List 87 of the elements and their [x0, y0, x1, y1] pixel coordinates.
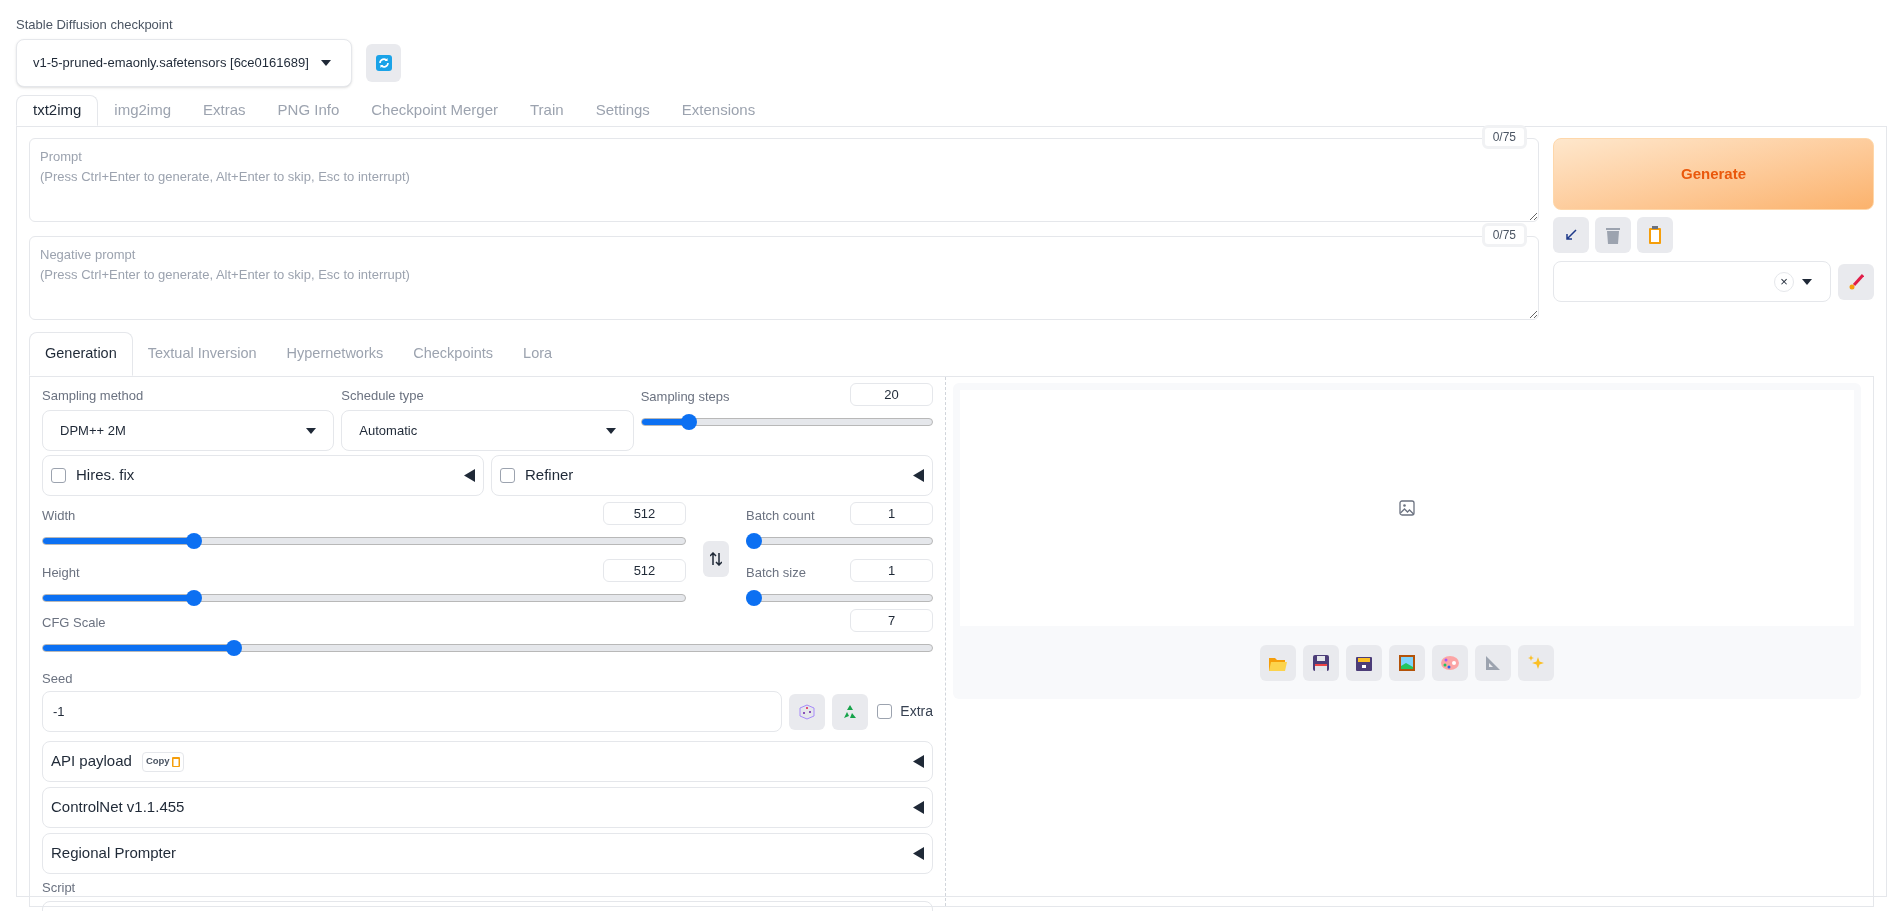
collapse-triangle-icon — [913, 755, 924, 768]
slider-track[interactable] — [42, 640, 933, 656]
save-button[interactable] — [1303, 645, 1339, 681]
refresh-icon — [375, 55, 392, 71]
number-field[interactable]: 20 — [850, 383, 933, 406]
field-label: Schedule type — [341, 387, 424, 405]
collapse-triangle-icon — [913, 847, 924, 860]
field-label: Height — [42, 563, 80, 582]
brush-icon — [1848, 273, 1864, 290]
sparkles-icon — [1528, 655, 1544, 671]
slider-fill — [641, 419, 684, 425]
slider-thumb[interactable] — [186, 590, 203, 606]
field-label: Width — [42, 506, 76, 525]
field-label: Sampling steps — [640, 387, 730, 406]
field-label: Seed — [42, 670, 73, 688]
arrow-icon — [1565, 229, 1577, 241]
schedule-type-dropdown[interactable]: Automatic — [341, 410, 634, 451]
accordion-title: Regional Prompter — [51, 843, 177, 864]
accordion-header[interactable]: API payload Copy — [42, 741, 933, 782]
seed-field[interactable]: -1 — [42, 691, 783, 732]
slider-thumb[interactable] — [680, 414, 697, 430]
clear-button[interactable] — [1595, 217, 1631, 253]
slider-track[interactable] — [746, 590, 933, 606]
accordion-header[interactable]: Hires. fix — [42, 455, 484, 496]
tab[interactable]: Generation — [29, 332, 133, 376]
number-field[interactable]: 1 — [850, 502, 933, 525]
dice-icon — [799, 703, 816, 720]
caret-icon — [306, 427, 317, 434]
slider-track[interactable] — [42, 533, 686, 549]
paint-palette-icon — [1441, 655, 1459, 671]
accordion-title: Hires. fix — [76, 465, 136, 486]
number-field[interactable]: 512 — [603, 559, 686, 582]
send-to-img2img-button[interactable] — [1389, 645, 1425, 681]
accordion-header[interactable]: ControlNet v1.1.455 — [42, 787, 933, 828]
slider-track[interactable] — [746, 533, 933, 549]
caret-icon — [605, 427, 616, 434]
collapse-triangle-icon — [913, 801, 924, 814]
number-field[interactable]: 512 — [603, 502, 686, 525]
image-icon — [1399, 500, 1415, 516]
clipboard-icon — [171, 756, 180, 767]
refresh-button[interactable] — [366, 44, 401, 82]
checkpoint-dropdown[interactable]: v1-5-pruned-emaonly.safetensors [6ce0161689] — [16, 39, 352, 87]
folder-icon — [1269, 655, 1287, 671]
token-counter: 0/75 — [1481, 125, 1527, 149]
number-field[interactable]: 7 — [850, 609, 933, 632]
sampling-method-dropdown[interactable]: DPM++ 2M — [42, 410, 335, 451]
clipboard-icon — [1648, 226, 1662, 244]
field-label: CFG Scale — [42, 613, 106, 632]
framed-landscape-icon — [1399, 655, 1415, 671]
accordion-title: ControlNet v1.1.455 — [51, 797, 185, 818]
number-field[interactable]: 1 — [850, 559, 933, 582]
zip-button[interactable] — [1346, 645, 1382, 681]
slider-track[interactable] — [640, 414, 933, 430]
slider-thumb[interactable] — [746, 533, 762, 549]
swap-dimensions-button[interactable] — [703, 541, 729, 577]
checkbox[interactable] — [51, 468, 66, 483]
archive-box-icon — [1356, 655, 1372, 671]
paste-button[interactable] — [1553, 217, 1589, 253]
field-label: Stable Diffusion checkpoint — [16, 16, 173, 34]
slider-track[interactable] — [42, 590, 686, 606]
swap-arrows-icon — [710, 552, 722, 566]
accordion-header[interactable]: Regional Prompter — [42, 833, 933, 874]
edit-styles-button[interactable] — [1838, 263, 1874, 300]
collapse-triangle-icon — [464, 469, 475, 482]
field-label: Batch size — [746, 563, 806, 582]
slider-thumb[interactable] — [186, 533, 203, 549]
reuse-seed-button[interactable] — [832, 693, 869, 730]
caret-icon — [320, 60, 331, 66]
trash-icon — [1605, 226, 1621, 244]
field-label: Sampling method — [42, 387, 144, 405]
styles-dropdown[interactable]: × — [1553, 261, 1831, 302]
accordion-header[interactable]: Refiner — [491, 455, 933, 496]
slider-thumb[interactable] — [746, 590, 762, 606]
field-label: Script — [42, 879, 76, 897]
accordion-title: API payload — [51, 751, 132, 772]
field-label: Batch count — [746, 506, 815, 525]
slider-thumb[interactable] — [225, 640, 242, 656]
caret-icon — [1802, 278, 1812, 285]
checkbox[interactable] — [877, 704, 893, 719]
recycle-icon — [842, 703, 859, 720]
accordion-title: Refiner — [525, 465, 575, 486]
checkbox[interactable] — [500, 468, 515, 483]
tab[interactable]: txt2img — [16, 95, 99, 126]
collapse-triangle-icon — [913, 469, 924, 482]
copy-button[interactable]: Copy — [141, 751, 184, 772]
token-counter: 0/75 — [1481, 223, 1527, 247]
checkbox-label: Extra — [900, 702, 933, 721]
